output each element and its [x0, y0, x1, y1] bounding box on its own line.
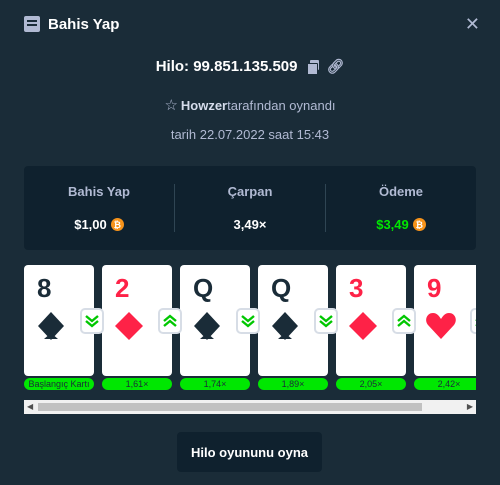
card-entry: 3 2,05× — [336, 265, 416, 390]
diamond-icon — [112, 309, 146, 343]
higher-arrow-icon — [470, 308, 476, 334]
play-hilo-button[interactable]: Hilo oyununu oyna — [177, 432, 322, 472]
bet-label: Bahis Yap — [68, 184, 130, 199]
stats-panel: Bahis Yap $1,00 ₿ Çarpan 3,49× Ödeme $3,… — [24, 166, 476, 250]
player-name[interactable]: Howzer — [181, 98, 227, 113]
card-entry: Q 1,89× — [258, 265, 338, 390]
card-rank: Q — [271, 273, 292, 303]
card-rank: 3 — [349, 273, 364, 303]
copy-icon[interactable] — [307, 60, 320, 75]
scrollbar-thumb[interactable] — [38, 403, 422, 411]
spade-icon — [268, 309, 302, 343]
scroll-right-icon[interactable]: ▶ — [467, 402, 473, 412]
spade-icon — [34, 309, 68, 343]
star-icon: ☆ — [164, 97, 178, 114]
multiplier-badge: 2,05× — [336, 378, 406, 390]
multiplier-badge: 2,42× — [414, 378, 476, 390]
multiplier-badge: 1,74× — [180, 378, 250, 390]
multiplier-badge: Başlangıç Kartı — [24, 378, 94, 390]
played-by-text: tarafından oynandı — [227, 97, 336, 113]
card-rank: 8 — [37, 273, 52, 303]
multiplier-value: 3,49× — [233, 217, 267, 232]
multiplier-label: Çarpan — [227, 184, 273, 199]
multiplier-stat: Çarpan 3,49× — [174, 184, 325, 232]
game-id: Hilo: 99.851.135.509 — [155, 58, 298, 75]
higher-arrow-icon — [392, 308, 416, 334]
game-id-row: Hilo: 99.851.135.509 🔗︎ — [0, 58, 500, 75]
card-entry: 8 Başlangıç Kartı — [24, 265, 104, 390]
playing-card: 9 — [414, 265, 476, 376]
bet-slip-icon — [24, 16, 40, 32]
close-icon[interactable]: ✕ — [465, 15, 480, 33]
multiplier-badge: 1,61× — [102, 378, 172, 390]
multiplier-badge: 1,89× — [258, 378, 328, 390]
card-rank: Q — [193, 273, 214, 303]
game-date: tarih 22.07.2022 saat 15:43 — [170, 127, 330, 142]
played-by-row: ☆ Howzer tarafından oynandı — [0, 96, 500, 114]
lower-arrow-icon — [236, 308, 260, 334]
card-strip: 8 Başlangıç Kartı 2 1,61× Q 1,74× Q 1,89× 3 2,05×… — [24, 265, 476, 390]
heart-icon — [424, 309, 458, 343]
bet-value-row: $1,00 ₿ — [74, 217, 124, 232]
card-entry: 2 1,61× — [102, 265, 182, 390]
payout-value: $3,49 — [376, 217, 409, 232]
card-history[interactable]: 8 Başlangıç Kartı 2 1,61× Q 1,74× Q 1,89× 3 2,05×… — [24, 265, 476, 395]
link-icon[interactable]: 🔗︎ — [326, 58, 344, 75]
modal-header: Bahis Yap ✕ — [24, 13, 480, 35]
payout-label: Ödeme — [378, 184, 424, 199]
scroll-left-icon[interactable]: ◀ — [27, 402, 33, 412]
card-rank: 2 — [115, 273, 130, 303]
higher-arrow-icon — [158, 308, 182, 334]
payout-value-row: $3,49 ₿ — [376, 217, 426, 232]
lower-arrow-icon — [80, 308, 104, 334]
bet-value: $1,00 — [74, 217, 107, 232]
card-rank: 9 — [427, 273, 442, 303]
bitcoin-icon: ₿ — [110, 218, 124, 231]
card-entry: Q 1,74× — [180, 265, 260, 390]
modal-title: Bahis Yap — [48, 15, 120, 33]
bitcoin-icon: ₿ — [412, 218, 426, 231]
lower-arrow-icon — [314, 308, 338, 334]
horizontal-scrollbar[interactable]: ◀ ▶ — [24, 400, 476, 414]
bet-stat: Bahis Yap $1,00 ₿ — [24, 184, 174, 232]
spade-icon — [190, 309, 224, 343]
card-entry: 9 2,42× — [414, 265, 476, 390]
payout-stat: Ödeme $3,49 ₿ — [325, 184, 476, 232]
diamond-icon — [346, 309, 380, 343]
